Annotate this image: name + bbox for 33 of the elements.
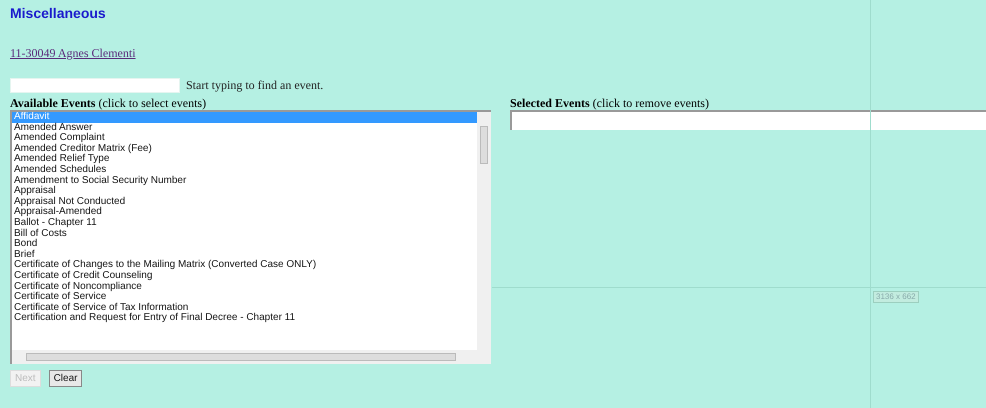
scroll-thumb[interactable] (26, 353, 456, 361)
event-option[interactable]: Appraisal-Amended (12, 207, 477, 218)
event-option[interactable]: Certificate of Changes to the Mailing Matrix (Converted Case ONLY) (12, 260, 477, 271)
vertical-scrollbar[interactable] (477, 112, 491, 350)
available-events-list[interactable] (10, 110, 491, 364)
page-title: Miscellaneous (10, 4, 106, 22)
scroll-thumb[interactable] (480, 126, 488, 164)
event-option[interactable]: Ballot - Chapter 11 (12, 218, 477, 229)
available-events-label: Available Events (click to select events) (10, 96, 206, 110)
search-field[interactable] (10, 78, 180, 92)
event-option[interactable]: Certificate of Service of Tax Information (12, 302, 477, 314)
event-option[interactable]: Bond (12, 239, 477, 250)
event-option[interactable]: Amended Schedules (12, 164, 477, 176)
selected-events-list[interactable] (510, 110, 986, 130)
event-option[interactable]: Amended Relief Type (12, 154, 477, 165)
event-option[interactable]: Amended Creditor Matrix (Fee) (12, 144, 477, 154)
form-button[interactable]: Clear (48, 370, 82, 387)
case-link[interactable]: 11-30049 Agnes Clementi (10, 44, 136, 62)
horizontal-scrollbar[interactable] (12, 350, 491, 364)
event-option[interactable]: Amendment to Social Security Number (12, 176, 477, 186)
search-hint: Start typing to find an event. (186, 77, 324, 94)
event-option[interactable]: Appraisal (12, 186, 477, 197)
event-option[interactable]: Appraisal Not Conducted (12, 196, 477, 208)
event-option[interactable]: Certificate of Service (12, 292, 477, 303)
event-option[interactable]: Certificate of Credit Counseling (12, 270, 477, 282)
event-option[interactable]: Amended Answer (12, 122, 477, 134)
event-option[interactable]: Bill of Costs (12, 228, 477, 240)
event-option[interactable]: Brief (12, 250, 477, 260)
event-option[interactable]: Amended Complaint (12, 133, 477, 144)
selected-events-label: Selected Events (click to remove events) (510, 96, 709, 110)
measure-label: 3136 x 662 (873, 291, 919, 303)
event-option[interactable]: Certification and Request for Entry of Final Decree - Chapter 11 (12, 313, 477, 324)
event-option[interactable]: Certificate of Noncompliance (12, 282, 477, 292)
